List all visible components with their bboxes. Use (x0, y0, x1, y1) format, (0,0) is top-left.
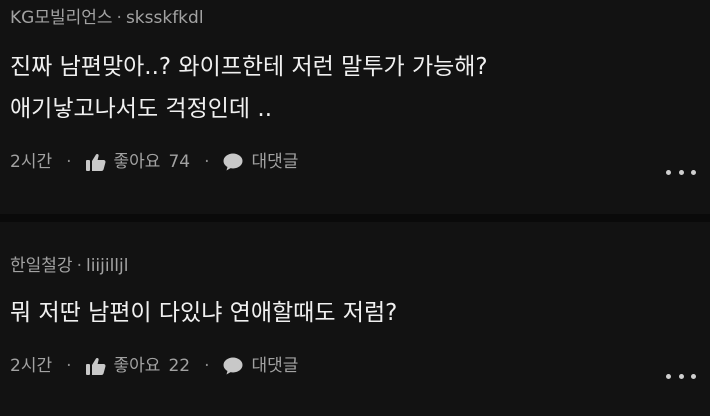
comment-feed: KG모빌리언스 · sksskfkdl 진짜 남편맞아..? 와이프한테 저런 말투… (0, 0, 710, 416)
meta-dot: · (66, 356, 72, 376)
author-name[interactable]: 한일철강 (10, 256, 73, 276)
thumbs-up-icon (85, 357, 106, 375)
reply-button[interactable]: 대댓글 (223, 356, 298, 376)
comment-actions: 2시간 · 좋아요 22 · 대댓글 (10, 356, 298, 376)
like-label: 좋아요 (113, 356, 161, 376)
comment-body: 뭐 저딴 남편이 다있냐 연애할때도 저럼? (10, 292, 397, 334)
comment-item: 한일철강 · liijilljl 뭐 저딴 남편이 다있냐 연애할때도 저럼? 2시… (0, 0, 710, 416)
timestamp: 2시간 (10, 356, 53, 376)
comment-meta: 한일철강 · liijilljl (10, 256, 128, 276)
like-button[interactable]: 좋아요 22 (85, 356, 191, 376)
more-options-button[interactable] (666, 366, 696, 386)
user-id[interactable]: liijilljl (86, 256, 129, 276)
like-count: 22 (168, 356, 191, 376)
meta-dot: · (76, 256, 82, 276)
reply-label: 대댓글 (251, 356, 299, 376)
more-dots-icon (666, 373, 671, 379)
meta-dot: · (204, 356, 210, 376)
comment-line: 뭐 저딴 남편이 다있냐 연애할때도 저럼? (10, 300, 398, 326)
more-dots-icon (678, 373, 684, 379)
more-dots-icon (691, 373, 696, 379)
speech-bubble-icon (223, 357, 243, 375)
